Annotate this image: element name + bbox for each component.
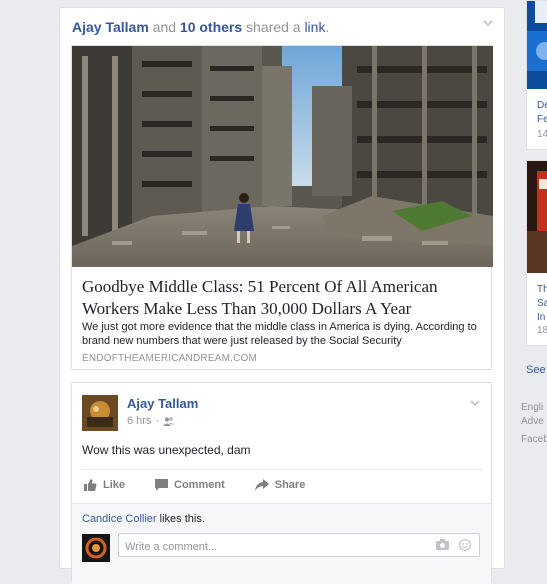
commenter-avatar [82,534,110,562]
ad-1-thumbnail[interactable] [527,1,547,89]
story-action: shared a [242,19,305,35]
author-avatar[interactable] [82,395,118,431]
ad-1-line-1[interactable]: De [537,99,547,113]
ad-2-thumbnail[interactable] [527,161,547,273]
share-button[interactable]: Share [254,479,306,491]
comment-input[interactable]: Write a comment... [118,533,480,557]
see-all-link[interactable]: See [526,364,546,376]
post-action-bar: Like Comment Share [82,469,482,500]
post-timestamp[interactable]: 6 hrs [127,415,151,427]
story-others-link[interactable]: 10 others [180,19,242,35]
sidebar-ad-1[interactable]: De Fe 14 [526,0,547,150]
comment-placeholder: Write a comment... [125,541,218,553]
ad-2-line-2[interactable]: Sa [537,297,547,311]
like-label: Like [103,479,126,491]
meta-separator: · [155,415,160,427]
author-name-link[interactable]: Ajay Tallam [127,396,198,411]
likes-and-comments: Candice Collier likes this. Write a comm… [72,503,491,584]
chevron-down-icon[interactable] [469,397,481,409]
smiley-icon[interactable] [459,539,471,551]
like-button[interactable]: Like [84,479,125,491]
post-text: Wow this was unexpected, dam [82,443,251,457]
footer-advertising-link[interactable]: Adve [521,416,544,427]
link-preview[interactable]: Goodbye Middle Class: 51 Percent Of All … [71,45,493,370]
link-preview-domain: ENDOFTHEAMERICANDREAM.COM [82,353,258,364]
likes-suffix: likes this. [156,513,205,525]
right-sidebar: De Fe 14 Th Sa In 18 See Engli Adve Face… [515,0,547,545]
story-period: . [325,19,330,35]
link-preview-image[interactable] [72,46,493,267]
shared-post: Ajay Tallam 6 hrs · Wow this was unexpec… [71,382,492,584]
footer-facebook-link[interactable]: Faceb [521,434,547,445]
friends-audience-icon[interactable] [163,416,175,426]
sidebar-ad-2[interactable]: Th Sa In 18 [526,160,547,346]
link-preview-description: We just got more evidence that the middl… [82,321,477,347]
comment-composer: Write a comment... [82,533,482,563]
footer-language-link[interactable]: Engli [521,402,543,413]
ad-2-line-3[interactable]: In [537,311,545,325]
story-conj: and [148,19,180,35]
story-header: Ajay Tallam and 10 others shared a link. [72,19,329,35]
likes-summary: Candice Collier likes this. [82,513,205,525]
share-arrow-icon [254,479,269,491]
story-actor-link[interactable]: Ajay Tallam [72,19,149,35]
like-thumb-icon [84,479,97,491]
comment-label: Comment [174,479,225,491]
ad-2-sub: 18 [537,325,547,336]
comment-button[interactable]: Comment [155,479,225,491]
comment-bubble-icon [155,479,169,491]
ad-1-line-2[interactable]: Fe [537,113,547,127]
chevron-down-icon[interactable] [482,17,494,29]
feed-story-card: Ajay Tallam and 10 others shared a link. [59,7,505,584]
story-object-link[interactable]: link [304,19,325,35]
share-label: Share [274,479,306,491]
link-preview-title[interactable]: Goodbye Middle Class: 51 Percent Of All … [82,276,482,320]
ad-2-line-1[interactable]: Th [537,283,547,297]
liker-link[interactable]: Candice Collier [82,513,157,525]
ad-1-sub: 14 [537,129,547,140]
post-meta: 6 hrs · [127,415,175,427]
